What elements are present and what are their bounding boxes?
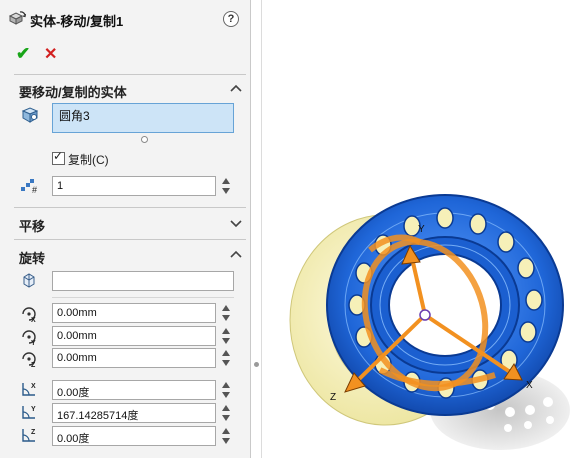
help-icon[interactable]: ? [223,11,239,27]
selected-body-item[interactable]: 圆角3 [59,107,90,124]
move-copy-body-icon [8,10,27,29]
y-angle-input[interactable]: 167.14285714度 [52,403,216,423]
ok-button[interactable]: ✔ [16,44,30,64]
splitter-grip[interactable] [254,362,259,367]
copy-count-value: 1 [57,180,64,192]
x-rotation-origin-icon: X [20,305,38,326]
copy-checkbox[interactable]: ✓ [52,149,65,165]
bodies-selection-list[interactable]: 圆角3 [52,103,234,133]
y-origin-spinner[interactable] [220,326,232,346]
svg-text:X: X [31,383,36,390]
x-angle-value: 0.00度 [57,387,90,399]
field-divider [52,297,234,298]
x-angle-spinner[interactable] [220,380,232,400]
z-rotation-origin-icon: Z [20,350,38,371]
svg-text:Y: Y [31,406,36,413]
rotate-section-title: 旋转 [19,251,46,266]
svg-text:Y: Y [31,340,36,346]
solid-body-icon [20,106,40,127]
translate-section-title: 平移 [19,219,46,234]
chevron-up-icon[interactable] [230,83,242,97]
copy-count-icon: # [20,178,40,197]
copy-count-spinner[interactable] [220,176,232,196]
bodies-section-title: 要移动/复制的实体 [19,85,127,100]
checkmark-icon: ✓ [53,149,64,163]
x-angle-input[interactable]: 0.00度 [52,380,216,400]
model-view[interactable]: X Y Z [262,0,573,458]
z-angle-value: 0.00度 [57,433,90,445]
triad-y-label: Y [418,224,425,235]
translate-section-header[interactable]: 平移 [0,210,251,236]
y-rotation-origin-icon: Y [20,328,38,349]
rotation-reference-icon [20,272,38,293]
feature-title: 实体-移动/复制1 [30,14,124,29]
z-origin-value: 0.00mm [57,352,97,364]
x-angle-icon: X [20,380,38,401]
chevron-down-icon[interactable] [230,217,242,231]
z-origin-spinner[interactable] [220,348,232,368]
cancel-button[interactable]: ✕ [44,44,57,64]
property-manager-header: 实体-移动/复制1 ? [0,0,251,36]
section-divider [14,239,246,240]
copy-count-input[interactable]: 1 [52,176,216,196]
z-angle-icon: Z [20,426,38,447]
x-origin-spinner[interactable] [220,303,232,323]
list-resize-handle[interactable] [141,136,148,143]
triad-origin-handle[interactable] [419,309,431,321]
rotation-reference-input[interactable] [52,271,234,291]
x-origin-value: 0.00mm [57,307,97,319]
z-origin-input[interactable]: 0.00mm [52,348,216,368]
x-origin-input[interactable]: 0.00mm [52,303,216,323]
section-divider [14,74,246,75]
triad-x-label: X [526,380,533,391]
z-angle-spinner[interactable] [220,426,232,446]
y-angle-spinner[interactable] [220,403,232,423]
panel-splitter[interactable] [251,0,262,458]
y-angle-icon: Y [20,403,38,424]
graphics-viewport[interactable]: X Y Z [262,0,573,458]
triad-z-label: Z [330,392,336,403]
y-angle-value: 167.14285714度 [57,410,139,422]
section-divider [14,207,246,208]
rotate-section-header[interactable]: 旋转 [0,242,251,268]
property-manager-panel: 实体-移动/复制1 ? ✔ ✕ 要移动/复制的实体 圆角3 ✓ 复制(C) # [0,0,251,458]
svg-text:Z: Z [31,362,36,368]
y-origin-input[interactable]: 0.00mm [52,326,216,346]
svg-text:X: X [31,317,36,323]
y-origin-value: 0.00mm [57,330,97,342]
copy-checkbox-label[interactable]: 复制(C) [68,151,109,168]
svg-text:Z: Z [31,429,36,436]
svg-text:#: # [32,185,37,194]
z-angle-input[interactable]: 0.00度 [52,426,216,446]
bodies-section-header[interactable]: 要移动/复制的实体 [0,76,251,102]
chevron-up-icon[interactable] [230,249,242,263]
